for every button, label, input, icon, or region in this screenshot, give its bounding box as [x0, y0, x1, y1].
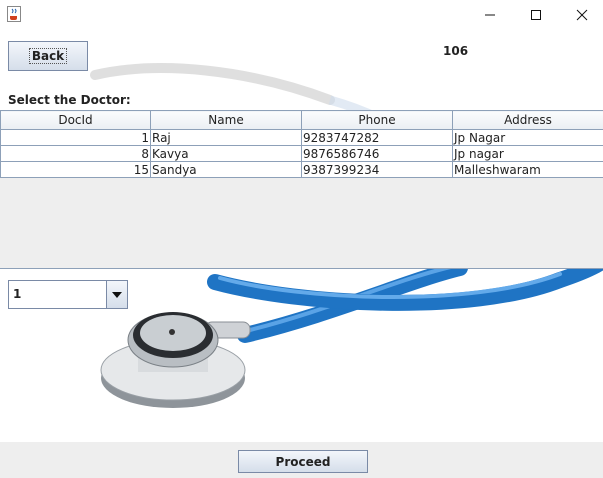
table-row[interactable]: 15 Sandya 9387399234 Malleshwaram: [0, 161, 603, 178]
table-header-row: DocId Name Phone Address: [0, 110, 603, 130]
content-area: Back 106 Select the Doctor: DocId Name P…: [0, 30, 603, 478]
phone-cell[interactable]: 9876586746: [301, 145, 453, 162]
phone-cell[interactable]: 9387399234: [301, 161, 453, 178]
proceed-button-label: Proceed: [275, 454, 331, 469]
maximize-button[interactable]: [513, 0, 559, 30]
minimize-button[interactable]: [467, 0, 513, 30]
close-button[interactable]: [559, 0, 603, 30]
name-cell[interactable]: Sandya: [150, 161, 302, 178]
maximize-icon: [531, 10, 541, 20]
phone-cell[interactable]: 9283747282: [301, 129, 453, 146]
doctor-table: DocId Name Phone Address 1 Raj 928374728…: [0, 110, 603, 178]
column-header-name[interactable]: Name: [150, 110, 302, 130]
doctor-table-panel: DocId Name Phone Address 1 Raj 928374728…: [0, 110, 603, 269]
address-cell[interactable]: Jp nagar: [452, 145, 603, 162]
title-bar: [0, 0, 603, 30]
docid-cell[interactable]: 15: [0, 161, 151, 178]
proceed-button[interactable]: Proceed: [238, 450, 368, 473]
table-row[interactable]: 8 Kavya 9876586746 Jp nagar: [0, 145, 603, 162]
java-cup-icon: [7, 6, 21, 22]
select-doctor-heading: Select the Doctor:: [8, 93, 131, 107]
combo-dropdown-button[interactable]: [106, 281, 127, 308]
table-row[interactable]: 1 Raj 9283747282 Jp Nagar: [0, 129, 603, 146]
minimize-icon: [485, 14, 495, 16]
column-header-docid[interactable]: DocId: [0, 110, 151, 130]
column-header-phone[interactable]: Phone: [301, 110, 453, 130]
column-header-address[interactable]: Address: [452, 110, 603, 130]
name-cell[interactable]: Kavya: [150, 145, 302, 162]
combo-selected-value: 1: [13, 287, 22, 301]
address-cell[interactable]: Malleshwaram: [452, 161, 603, 178]
docid-cell[interactable]: 8: [0, 145, 151, 162]
docid-cell[interactable]: 1: [0, 129, 151, 146]
address-cell[interactable]: Jp Nagar: [452, 129, 603, 146]
back-button-label: Back: [28, 48, 68, 64]
docid-combo-box[interactable]: 1: [8, 280, 128, 309]
chevron-down-icon: [112, 291, 122, 298]
count-label: 106: [443, 44, 469, 58]
close-icon: [576, 9, 588, 21]
back-button[interactable]: Back: [8, 41, 88, 71]
name-cell[interactable]: Raj: [150, 129, 302, 146]
